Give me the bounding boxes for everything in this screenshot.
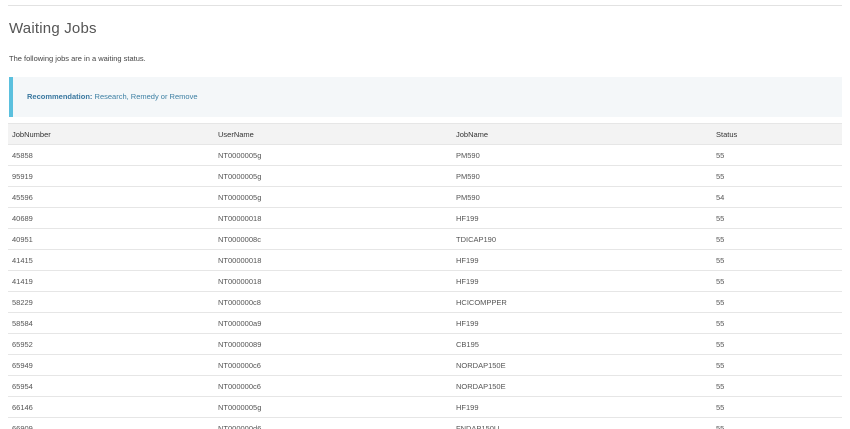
cell-status: 54 <box>712 186 842 208</box>
cell-jobname: NORDAP150E <box>452 354 712 376</box>
cell-username: NT000000c6 <box>214 375 452 397</box>
cell-jobname: FNDAP150U <box>452 417 712 429</box>
column-header-status[interactable]: Status <box>712 123 842 145</box>
cell-status: 55 <box>712 228 842 250</box>
cell-status: 55 <box>712 354 842 376</box>
table-row: 45858 NT0000005g PM590 55 <box>8 144 842 166</box>
cell-username: NT0000005g <box>214 165 452 187</box>
page-title: Waiting Jobs <box>9 20 97 37</box>
cell-status: 55 <box>712 165 842 187</box>
table-row: 65954 NT000000c6 NORDAP150E 55 <box>8 375 842 397</box>
cell-status: 55 <box>712 144 842 166</box>
cell-jobnumber: 65949 <box>8 354 214 376</box>
table-row: 58229 NT000000c8 HCICOMPPER 55 <box>8 291 842 313</box>
cell-jobnumber: 41415 <box>8 249 214 271</box>
cell-username: NT0000005g <box>214 144 452 166</box>
cell-jobnumber: 58229 <box>8 291 214 313</box>
page-subtitle: The following jobs are in a waiting stat… <box>9 54 146 63</box>
cell-status: 55 <box>712 312 842 334</box>
recommendation-label: Recommendation: <box>27 92 93 101</box>
cell-jobnumber: 95919 <box>8 165 214 187</box>
column-header-jobname[interactable]: JobName <box>452 123 712 145</box>
cell-status: 55 <box>712 207 842 229</box>
cell-username: NT0000005g <box>214 186 452 208</box>
waiting-jobs-page: Waiting Jobs The following jobs are in a… <box>0 0 850 429</box>
cell-jobname: PM590 <box>452 165 712 187</box>
cell-jobnumber: 45858 <box>8 144 214 166</box>
table-row: 95919 NT0000005g PM590 55 <box>8 165 842 187</box>
cell-jobnumber: 45596 <box>8 186 214 208</box>
cell-jobnumber: 66146 <box>8 396 214 418</box>
table-row: 66909 NT000000d6 FNDAP150U 55 <box>8 417 842 429</box>
cell-jobname: HCICOMPPER <box>452 291 712 313</box>
cell-username: NT000000d6 <box>214 417 452 429</box>
cell-jobname: HF199 <box>452 396 712 418</box>
table-row: 65952 NT00000089 CB195 55 <box>8 333 842 355</box>
recommendation-callout: Recommendation: Research, Remedy or Remo… <box>9 77 842 117</box>
cell-status: 55 <box>712 375 842 397</box>
cell-status: 55 <box>712 291 842 313</box>
table-row: 45596 NT0000005g PM590 54 <box>8 186 842 208</box>
column-header-username[interactable]: UserName <box>214 123 452 145</box>
table-row: 41415 NT00000018 HF199 55 <box>8 249 842 271</box>
cell-jobnumber: 65952 <box>8 333 214 355</box>
cell-username: NT0000008c <box>214 228 452 250</box>
cell-jobname: HF199 <box>452 249 712 271</box>
cell-status: 55 <box>712 333 842 355</box>
cell-username: NT000000c8 <box>214 291 452 313</box>
table-row: 40689 NT00000018 HF199 55 <box>8 207 842 229</box>
table-row: 41419 NT00000018 HF199 55 <box>8 270 842 292</box>
cell-jobnumber: 40951 <box>8 228 214 250</box>
cell-jobnumber: 65954 <box>8 375 214 397</box>
cell-jobnumber: 66909 <box>8 417 214 429</box>
column-header-jobnumber[interactable]: JobNumber <box>8 123 214 145</box>
cell-jobnumber: 40689 <box>8 207 214 229</box>
cell-username: NT000000a9 <box>214 312 452 334</box>
cell-username: NT00000018 <box>214 207 452 229</box>
cell-jobname: HF199 <box>452 312 712 334</box>
recommendation-value: Research, Remedy or Remove <box>94 92 198 101</box>
cell-status: 55 <box>712 270 842 292</box>
waiting-jobs-table: JobNumber UserName JobName Status 45858 N… <box>8 123 842 429</box>
cell-status: 55 <box>712 396 842 418</box>
cell-jobname: NORDAP150E <box>452 375 712 397</box>
table-row: 58584 NT000000a9 HF199 55 <box>8 312 842 334</box>
cell-status: 55 <box>712 417 842 429</box>
table-row: 65949 NT000000c6 NORDAP150E 55 <box>8 354 842 376</box>
recommendation-text-wrap: Recommendation: Research, Remedy or Remo… <box>27 92 198 101</box>
cell-jobname: PM590 <box>452 186 712 208</box>
cell-status: 55 <box>712 249 842 271</box>
cell-username: NT00000018 <box>214 270 452 292</box>
table-body: 45858 NT0000005g PM590 55 95919 NT0000005g PM… <box>8 144 842 429</box>
cell-username: NT00000018 <box>214 249 452 271</box>
cell-jobname: TDICAP190 <box>452 228 712 250</box>
cell-jobnumber: 41419 <box>8 270 214 292</box>
cell-username: NT0000005g <box>214 396 452 418</box>
cell-username: NT00000089 <box>214 333 452 355</box>
top-divider <box>8 5 842 6</box>
cell-jobname: HF199 <box>452 270 712 292</box>
cell-jobname: PM590 <box>452 144 712 166</box>
cell-jobnumber: 58584 <box>8 312 214 334</box>
table-header-row: JobNumber UserName JobName Status <box>8 123 842 145</box>
table-row: 40951 NT0000008c TDICAP190 55 <box>8 228 842 250</box>
table-row: 66146 NT0000005g HF199 55 <box>8 396 842 418</box>
cell-jobname: HF199 <box>452 207 712 229</box>
cell-jobname: CB195 <box>452 333 712 355</box>
cell-username: NT000000c6 <box>214 354 452 376</box>
